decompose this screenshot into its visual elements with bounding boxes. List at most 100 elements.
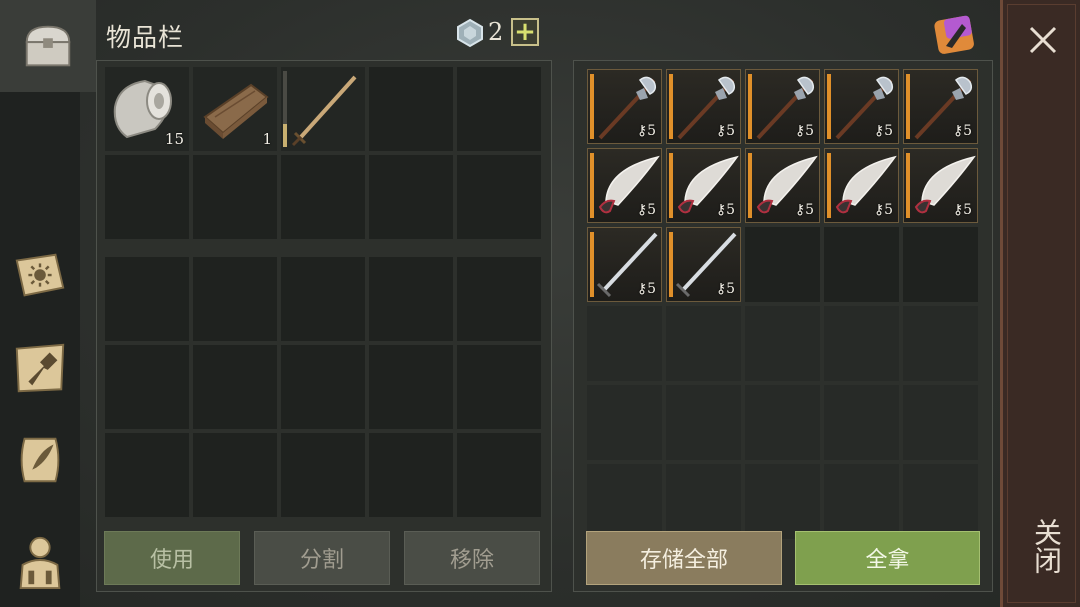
paint-brush-icon[interactable] bbox=[932, 12, 976, 56]
tab-chest[interactable] bbox=[0, 0, 96, 92]
inventory-slot[interactable] bbox=[105, 257, 189, 341]
inventory-slot-wood[interactable]: 1 bbox=[193, 67, 277, 151]
inventory-slot-cloth[interactable]: 15 bbox=[105, 67, 189, 151]
durability-bar bbox=[590, 153, 594, 218]
storage-slot-halberd[interactable]: ⚷5 bbox=[587, 69, 662, 144]
item-level: ⚷5 bbox=[636, 281, 656, 297]
item-quantity: 15 bbox=[164, 130, 184, 148]
chest-icon bbox=[25, 25, 71, 67]
inventory-grid-top: 15 1 bbox=[105, 67, 541, 239]
storage-slot-sword[interactable]: ⚷5 bbox=[587, 227, 662, 302]
inventory-slot[interactable] bbox=[457, 155, 541, 239]
storage-slot[interactable] bbox=[745, 464, 820, 539]
storage-slot[interactable] bbox=[745, 385, 820, 460]
character-icon bbox=[19, 536, 61, 590]
inventory-slot[interactable] bbox=[369, 257, 453, 341]
left-sidebar bbox=[0, 0, 96, 607]
storage-slot[interactable] bbox=[824, 306, 899, 381]
storage-slot[interactable] bbox=[903, 227, 978, 302]
sun-book-icon bbox=[15, 253, 65, 297]
storage-slot[interactable] bbox=[824, 464, 899, 539]
durability-bar bbox=[283, 71, 287, 147]
storage-slot[interactable] bbox=[666, 464, 741, 539]
store-all-button[interactable]: 存储全部 bbox=[586, 531, 782, 585]
storage-slot-scimitar[interactable]: ⚷5 bbox=[666, 148, 741, 223]
add-gem-button[interactable]: + bbox=[511, 18, 539, 46]
inventory-slot[interactable] bbox=[369, 155, 453, 239]
inventory-slot[interactable] bbox=[105, 433, 189, 517]
storage-slot[interactable] bbox=[824, 227, 899, 302]
inventory-slot[interactable] bbox=[457, 257, 541, 341]
tab-craft[interactable] bbox=[0, 322, 80, 414]
storage-slot[interactable] bbox=[587, 464, 662, 539]
inventory-slot[interactable] bbox=[457, 345, 541, 429]
item-level: ⚷5 bbox=[794, 202, 814, 218]
inventory-slot[interactable] bbox=[193, 345, 277, 429]
durability-bar bbox=[906, 153, 910, 218]
item-level: ⚷5 bbox=[636, 202, 656, 218]
storage-slot[interactable] bbox=[666, 385, 741, 460]
gem-count: 2 bbox=[488, 18, 504, 46]
inventory-slot[interactable] bbox=[369, 67, 453, 151]
inventory-slot[interactable] bbox=[457, 433, 541, 517]
storage-slot-sword[interactable]: ⚷5 bbox=[666, 227, 741, 302]
durability-bar bbox=[669, 153, 673, 218]
inventory-slot[interactable] bbox=[369, 433, 453, 517]
durability-bar bbox=[669, 74, 673, 139]
inventory-slot[interactable] bbox=[369, 345, 453, 429]
inventory-slot[interactable] bbox=[105, 345, 189, 429]
durability-bar bbox=[590, 74, 594, 139]
inventory-slot[interactable] bbox=[105, 155, 189, 239]
remove-button[interactable]: 移除 bbox=[404, 531, 540, 585]
storage-slot-scimitar[interactable]: ⚷5 bbox=[587, 148, 662, 223]
storage-slot[interactable] bbox=[903, 464, 978, 539]
storage-slot[interactable] bbox=[745, 227, 820, 302]
tab-character[interactable] bbox=[0, 515, 80, 607]
hammer-map-icon bbox=[15, 343, 65, 393]
gem-icon bbox=[457, 18, 483, 48]
storage-slot-scimitar[interactable]: ⚷5 bbox=[824, 148, 899, 223]
inventory-slot[interactable] bbox=[457, 67, 541, 151]
durability-bar bbox=[590, 232, 594, 297]
split-button[interactable]: 分割 bbox=[254, 531, 390, 585]
storage-slot-halberd[interactable]: ⚷5 bbox=[745, 69, 820, 144]
item-level: ⚷5 bbox=[715, 123, 735, 139]
inventory-slot[interactable] bbox=[281, 345, 365, 429]
inventory-slot[interactable] bbox=[193, 257, 277, 341]
storage-slot[interactable] bbox=[745, 306, 820, 381]
inventory-slot[interactable] bbox=[193, 433, 277, 517]
storage-slot[interactable] bbox=[903, 385, 978, 460]
storage-slot-scimitar[interactable]: ⚷5 bbox=[745, 148, 820, 223]
sword-icon bbox=[291, 75, 357, 147]
inventory-slot[interactable] bbox=[281, 257, 365, 341]
tab-quests[interactable] bbox=[0, 414, 80, 506]
tab-book[interactable] bbox=[0, 230, 80, 322]
storage-slot[interactable] bbox=[666, 306, 741, 381]
inventory-slot[interactable] bbox=[281, 433, 365, 517]
close-panel[interactable]: 关闭 bbox=[1000, 0, 1080, 607]
storage-slot-halberd[interactable]: ⚷5 bbox=[666, 69, 741, 144]
inventory-slot-sword[interactable] bbox=[281, 67, 365, 151]
scroll-feather-icon bbox=[20, 437, 60, 483]
inventory-slot[interactable] bbox=[193, 155, 277, 239]
inventory-slot[interactable] bbox=[281, 155, 365, 239]
storage-slot[interactable] bbox=[587, 306, 662, 381]
item-level: ⚷5 bbox=[715, 202, 735, 218]
durability-bar bbox=[748, 153, 752, 218]
durability-bar bbox=[669, 232, 673, 297]
item-level: ⚷5 bbox=[873, 123, 893, 139]
storage-slot[interactable] bbox=[587, 385, 662, 460]
item-quantity: 1 bbox=[262, 130, 272, 148]
durability-bar bbox=[827, 153, 831, 218]
storage-slot-halberd[interactable]: ⚷5 bbox=[903, 69, 978, 144]
storage-slot[interactable] bbox=[824, 385, 899, 460]
take-all-button[interactable]: 全拿 bbox=[795, 531, 980, 585]
storage-slot-halberd[interactable]: ⚷5 bbox=[824, 69, 899, 144]
close-icon[interactable] bbox=[1025, 22, 1061, 58]
close-panel-frame bbox=[1007, 4, 1076, 603]
use-button[interactable]: 使用 bbox=[104, 531, 240, 585]
close-label: 关闭 bbox=[1030, 518, 1063, 574]
storage-slot-scimitar[interactable]: ⚷5 bbox=[903, 148, 978, 223]
inventory-title: 物品栏 bbox=[106, 23, 185, 52]
storage-slot[interactable] bbox=[903, 306, 978, 381]
